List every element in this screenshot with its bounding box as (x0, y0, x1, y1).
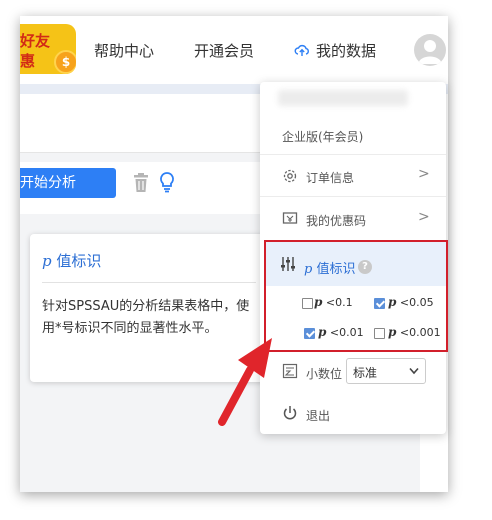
blurred-username (278, 90, 408, 106)
checkbox-p-0.05[interactable] (374, 298, 385, 309)
promo-badge[interactable]: 好友 惠 $ (20, 24, 76, 74)
nav-help-center[interactable]: 帮助中心 (94, 40, 154, 61)
top-navbar: 好友 惠 $ 帮助中心 开通会员 我的数据 (20, 16, 448, 84)
pvalue-option-0.001[interactable]: p <0.001 (388, 325, 441, 339)
card-title-text: 值标识 (51, 252, 102, 270)
lightbulb-icon[interactable] (158, 171, 176, 193)
start-analysis-button[interactable]: 开始分析 (20, 168, 116, 198)
checkbox-p-0.1[interactable] (302, 298, 313, 309)
card-title-p: p (42, 252, 52, 270)
menu-divider (260, 196, 446, 197)
nav-my-data[interactable]: 我的数据 (316, 40, 376, 61)
promo-line1: 好友 (20, 32, 51, 50)
chevron-down-icon (409, 367, 419, 375)
pvalue-menu-title: p 值标识 (304, 258, 355, 277)
edition-label: 企业版(年会员) (282, 130, 364, 144)
help-icon[interactable]: ? (358, 260, 372, 274)
option-label: <0.05 (396, 296, 434, 309)
chevron-right-icon: > (418, 166, 430, 182)
decimals-select-value: 标准 (353, 366, 378, 380)
option-label: <0.01 (326, 326, 364, 339)
card-divider (42, 282, 256, 283)
red-arrow-annotation (218, 338, 272, 426)
pvalue-highlight-box: p 值标识 ? p <0.1 p <0.05 p <0.01 p <0.001 (264, 240, 448, 352)
sliders-icon (281, 257, 295, 271)
menu-orders[interactable]: 订单信息 (306, 169, 354, 186)
menu-logout[interactable]: 退出 (306, 407, 330, 424)
nav-open-vip[interactable]: 开通会员 (194, 40, 254, 61)
avatar[interactable] (414, 34, 446, 66)
coin-icon: $ (54, 50, 76, 74)
promo-line2: 惠 (20, 52, 36, 70)
user-avatar-icon (418, 40, 442, 64)
checkbox-p-0.01[interactable] (304, 328, 315, 339)
option-label: <0.1 (322, 296, 353, 309)
pvalue-option-0.01[interactable]: p <0.01 (318, 325, 364, 339)
gear-icon (283, 169, 297, 183)
decimals-label: 小数位 (306, 367, 343, 381)
cloud-upload-icon[interactable] (294, 42, 310, 58)
trash-icon[interactable] (132, 173, 150, 193)
option-label: <0.001 (396, 326, 441, 339)
menu-divider (260, 154, 446, 155)
chevron-right-icon: > (418, 209, 430, 225)
pvalue-menu-header[interactable]: p 值标识 ? (266, 242, 446, 286)
coupon-icon (282, 212, 298, 224)
decimals-select[interactable]: 标准 (346, 358, 426, 384)
pvalue-option-0.05[interactable]: p <0.05 (388, 295, 434, 309)
pvalue-title-text: 值标识 (312, 262, 356, 277)
pvalue-option-0.1[interactable]: p <0.1 (314, 295, 353, 309)
checkbox-p-0.001[interactable] (374, 328, 385, 339)
card-title: p 值标识 (42, 250, 101, 271)
menu-coupons[interactable]: 我的优惠码 (306, 212, 366, 229)
